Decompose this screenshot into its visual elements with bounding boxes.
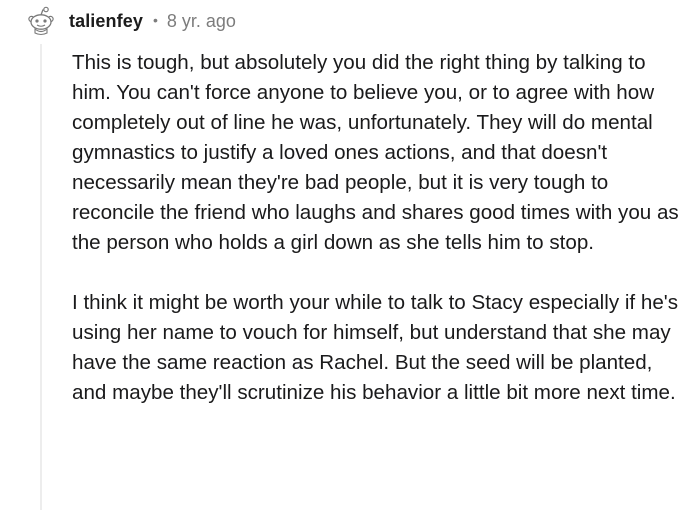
thread-line[interactable]	[40, 44, 42, 510]
snoo-avatar-icon[interactable]	[26, 6, 56, 36]
comment-paragraph: I think it might be worth your while to …	[72, 291, 678, 404]
comment-body: This is tough, but absolutely you did th…	[72, 48, 690, 408]
meta-separator: •	[152, 12, 158, 28]
comment-author[interactable]: talienfey	[69, 11, 143, 32]
comment-age: 8 yr. ago	[166, 10, 236, 31]
comment-paragraph: This is tough, but absolutely you did th…	[72, 51, 679, 254]
comment-header: talienfey • 8 yr. ago	[26, 4, 236, 38]
comment: talienfey • 8 yr. ago This is tough, but…	[0, 0, 700, 510]
